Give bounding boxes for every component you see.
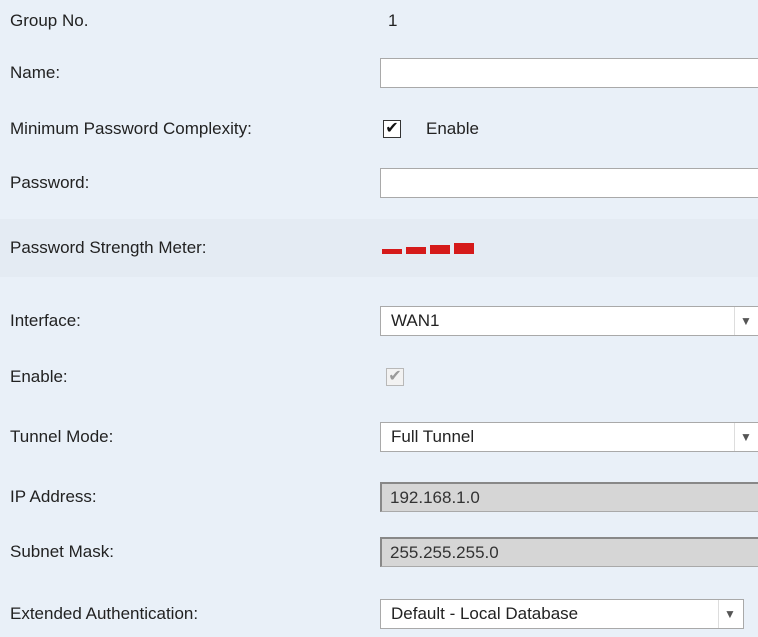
check-icon: ✔ <box>388 368 402 385</box>
enable-checkbox[interactable]: ✔ <box>386 368 404 386</box>
tunnel-mode-selected-value: Full Tunnel <box>391 427 475 446</box>
extended-auth-label: Extended Authentication: <box>10 604 199 623</box>
chevron-down-icon[interactable]: ▼ <box>734 307 757 335</box>
password-label: Password: <box>10 173 90 192</box>
name-row: Name: <box>0 56 758 90</box>
ip-address-input[interactable] <box>380 482 758 512</box>
enable-row: Enable: ✔ <box>0 360 758 394</box>
password-strength-row: Password Strength Meter: <box>0 231 758 265</box>
password-input[interactable] <box>380 168 758 198</box>
subnet-mask-input[interactable] <box>380 537 758 567</box>
chevron-down-icon[interactable]: ▼ <box>718 600 741 628</box>
tunnel-mode-label: Tunnel Mode: <box>10 427 114 446</box>
ip-address-row: IP Address: <box>0 480 758 514</box>
chevron-down-icon[interactable]: ▼ <box>734 423 757 451</box>
strength-segment <box>382 248 402 254</box>
strength-segment <box>406 246 426 254</box>
min-password-complexity-checkbox[interactable]: ✔ <box>383 120 401 138</box>
interface-select[interactable]: WAN1 ▼ <box>380 306 758 336</box>
password-row: Password: <box>0 166 758 200</box>
interface-row: Interface: WAN1 ▼ <box>0 304 758 338</box>
enable-label: Enable: <box>10 367 68 386</box>
ip-address-label: IP Address: <box>10 487 97 506</box>
group-no-label: Group No. <box>10 11 89 30</box>
min-password-complexity-label: Minimum Password Complexity: <box>10 119 252 138</box>
password-strength-label: Password Strength Meter: <box>10 238 207 257</box>
extended-auth-selected-value: Default - Local Database <box>391 604 579 623</box>
min-password-complexity-enable-label: Enable <box>426 119 479 138</box>
subnet-mask-label: Subnet Mask: <box>10 542 114 561</box>
interface-label: Interface: <box>10 311 81 330</box>
name-input[interactable] <box>380 58 758 88</box>
extended-auth-row: Extended Authentication: Default - Local… <box>0 597 758 631</box>
check-icon: ✔ <box>385 120 399 137</box>
strength-segment <box>430 244 450 254</box>
tunnel-mode-row: Tunnel Mode: Full Tunnel ▼ <box>0 420 758 454</box>
tunnel-mode-select[interactable]: Full Tunnel ▼ <box>380 422 758 452</box>
strength-segment <box>454 242 474 254</box>
group-no-row: Group No. 1 <box>0 4 758 38</box>
password-strength-meter <box>382 242 474 254</box>
min-password-complexity-row: Minimum Password Complexity: ✔ Enable <box>0 112 758 146</box>
subnet-mask-row: Subnet Mask: <box>0 535 758 569</box>
extended-auth-select[interactable]: Default - Local Database ▼ <box>380 599 744 629</box>
name-label: Name: <box>10 63 61 82</box>
group-no-value: 1 <box>388 11 398 30</box>
interface-selected-value: WAN1 <box>391 311 440 330</box>
